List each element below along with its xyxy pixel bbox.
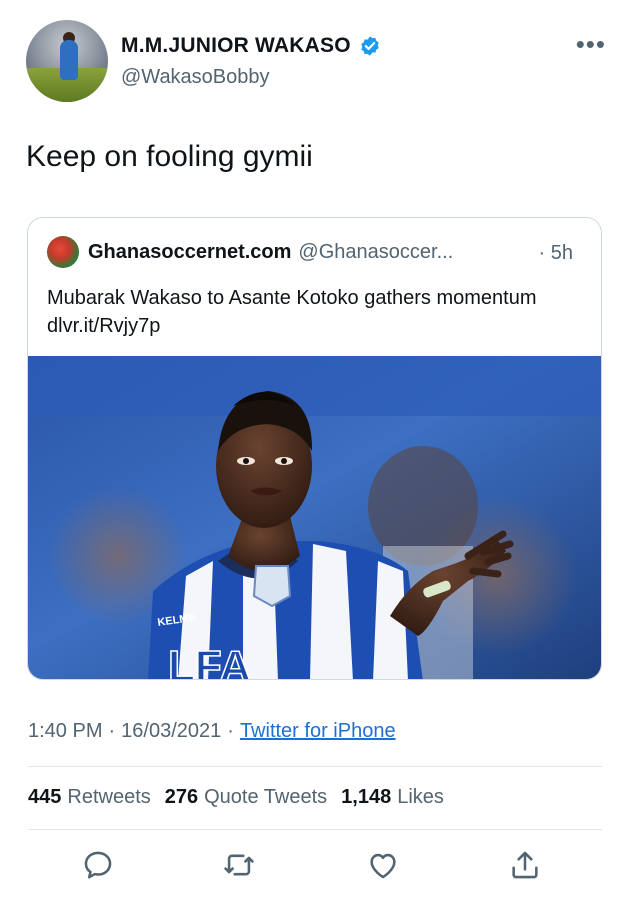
divider-bottom bbox=[28, 829, 602, 830]
jersey-sponsor-text: LFA bbox=[168, 642, 251, 680]
meta-separator-2: · bbox=[227, 720, 234, 742]
quotes-label: Quote Tweets bbox=[204, 786, 328, 808]
tweet-stats: 445 Retweets 276 Quote Tweets 1,148 Likes bbox=[28, 786, 444, 809]
heart-icon[interactable] bbox=[366, 848, 400, 882]
tweet-actions bbox=[0, 846, 628, 886]
quoted-tweet-header: Ghanasoccernet.com @Ghanasoccer... bbox=[47, 236, 453, 268]
share-icon[interactable] bbox=[508, 848, 542, 882]
quoted-tweet[interactable]: Ghanasoccernet.com @Ghanasoccer... · 5h … bbox=[27, 217, 602, 680]
author-name-row[interactable]: M.M.JUNIOR WAKASO bbox=[121, 34, 381, 58]
quoted-author-handle[interactable]: @Ghanasoccer... bbox=[298, 241, 453, 264]
quoted-tweet-text: Mubarak Wakaso to Asante Kotoko gathers … bbox=[47, 287, 537, 337]
tweet-time[interactable]: 1:40 PM bbox=[28, 720, 102, 743]
retweets-label: Retweets bbox=[67, 786, 151, 808]
retweets-count: 445 bbox=[28, 786, 62, 808]
quoted-tweet-time: · 5h bbox=[538, 242, 573, 264]
tweet-date[interactable]: 16/03/2021 bbox=[121, 720, 221, 743]
tweet-source-link[interactable]: Twitter for iPhone bbox=[240, 720, 396, 743]
meta-separator: · bbox=[108, 720, 116, 742]
quoted-author-avatar[interactable] bbox=[47, 236, 79, 268]
likes-stat[interactable]: 1,148 Likes bbox=[341, 786, 444, 809]
retweet-icon[interactable] bbox=[222, 848, 256, 882]
likes-label: Likes bbox=[397, 786, 444, 808]
avatar-person-body bbox=[60, 40, 78, 80]
tweet-header: M.M.JUNIOR WAKASO @WakasoBobby ••• bbox=[26, 20, 606, 102]
retweets-stat[interactable]: 445 Retweets bbox=[28, 786, 151, 809]
author-handle[interactable]: @WakasoBobby bbox=[121, 66, 270, 89]
verified-badge-icon bbox=[361, 36, 379, 56]
tweet-text: Keep on fooling gymii bbox=[26, 140, 313, 173]
likes-count: 1,148 bbox=[341, 786, 392, 808]
reply-icon[interactable] bbox=[81, 848, 115, 882]
quotes-count: 276 bbox=[164, 786, 199, 808]
author-avatar[interactable] bbox=[26, 20, 108, 102]
tweet-meta: 1:40 PM · 16/03/2021 · Twitter for iPhon… bbox=[28, 720, 396, 743]
quoted-author-name[interactable]: Ghanasoccernet.com bbox=[88, 241, 291, 264]
more-icon[interactable]: ••• bbox=[576, 31, 606, 57]
quoted-tweet-image[interactable]: KELME LFA bbox=[28, 356, 602, 680]
quote-tweets-stat[interactable]: 276 Quote Tweets bbox=[165, 786, 327, 809]
author-name[interactable]: M.M.JUNIOR WAKASO bbox=[121, 34, 351, 58]
divider-top bbox=[28, 766, 602, 767]
